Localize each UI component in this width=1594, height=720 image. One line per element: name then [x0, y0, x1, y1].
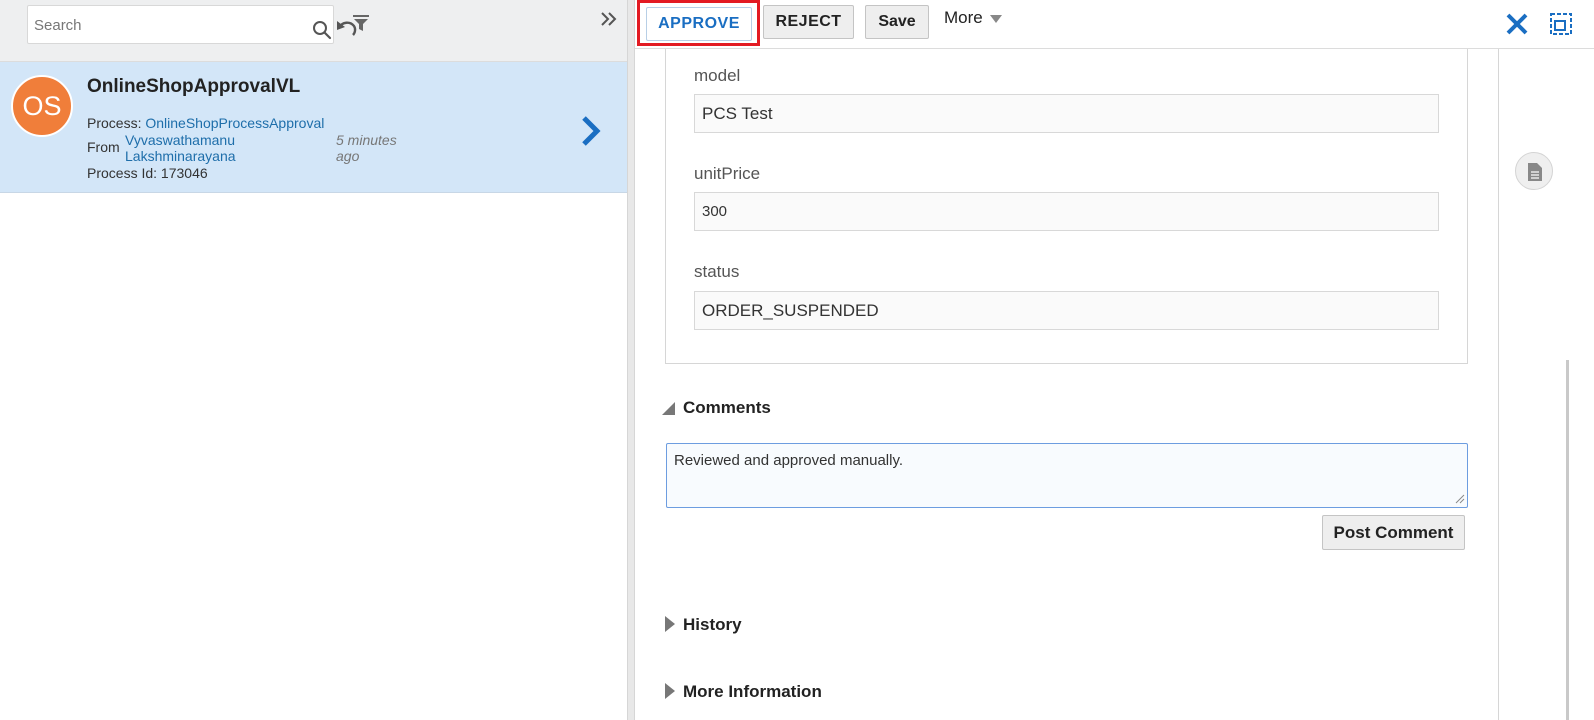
status-field[interactable]: ORDER_SUSPENDED: [694, 291, 1439, 330]
history-section-header[interactable]: History: [683, 615, 742, 635]
task-list-item[interactable]: OS OnlineShopApprovalVL Process: OnlineS…: [0, 62, 627, 193]
model-label: model: [694, 66, 741, 85]
comment-textarea[interactable]: Reviewed and approved manually.: [666, 443, 1468, 508]
from-label: From: [87, 139, 120, 155]
approve-button[interactable]: APPROVE: [646, 7, 752, 41]
collapse-pane-icon[interactable]: [600, 10, 618, 28]
search-icon[interactable]: [312, 20, 332, 40]
more-information-section-header[interactable]: More Information: [683, 682, 822, 702]
comments-section-header[interactable]: Comments: [683, 398, 771, 418]
collapse-triangle-icon[interactable]: [662, 402, 675, 415]
unitprice-field[interactable]: 300: [694, 192, 1439, 231]
scrollbar[interactable]: [1566, 360, 1569, 720]
caret-down-icon[interactable]: [990, 15, 1002, 23]
process-id-label: Process Id:: [87, 165, 158, 181]
avatar: OS: [11, 75, 73, 137]
action-toolbar: APPROVE REJECT Save More: [635, 0, 1594, 49]
model-field[interactable]: PCS Test: [694, 94, 1439, 133]
task-process-row: Process: OnlineShopProcessApproval: [87, 115, 324, 131]
document-icon: [1528, 163, 1542, 181]
pane-splitter[interactable]: [627, 0, 635, 720]
resize-grip-icon[interactable]: [1455, 494, 1465, 504]
filter-icon[interactable]: [352, 14, 370, 32]
close-icon[interactable]: [1505, 12, 1529, 36]
chevron-right-icon[interactable]: [580, 115, 602, 147]
task-title: OnlineShopApprovalVL: [87, 76, 301, 97]
status-label: status: [694, 262, 740, 281]
search-box[interactable]: [27, 5, 357, 44]
process-link[interactable]: OnlineShopProcessApproval: [145, 115, 324, 131]
save-button[interactable]: Save: [865, 5, 929, 39]
approve-highlight: APPROVE: [637, 0, 760, 46]
from-user-link[interactable]: Vyvaswathamanu Lakshminarayana: [125, 132, 305, 164]
reject-button[interactable]: REJECT: [763, 5, 854, 39]
expand-triangle-icon[interactable]: [665, 683, 675, 699]
side-rail-divider: [1498, 49, 1499, 720]
attachments-button[interactable]: [1515, 152, 1553, 190]
process-label: Process:: [87, 115, 142, 131]
expand-triangle-icon[interactable]: [665, 616, 675, 632]
task-list-pane: OS OnlineShopApprovalVL Process: OnlineS…: [0, 0, 627, 720]
process-id-value: 173046: [160, 165, 208, 181]
task-detail-pane: APPROVE REJECT Save More model PCS Test …: [635, 0, 1594, 720]
task-list-toolbar: [0, 0, 627, 62]
search-input[interactable]: [34, 15, 274, 35]
unitprice-label: unitPrice: [694, 164, 761, 183]
post-comment-button[interactable]: Post Comment: [1322, 515, 1465, 550]
more-menu[interactable]: More: [944, 8, 983, 28]
time-ago: 5 minutes ago: [336, 132, 397, 164]
fullscreen-icon[interactable]: [1550, 13, 1572, 35]
process-id-row: Process Id: 173046: [87, 165, 208, 181]
